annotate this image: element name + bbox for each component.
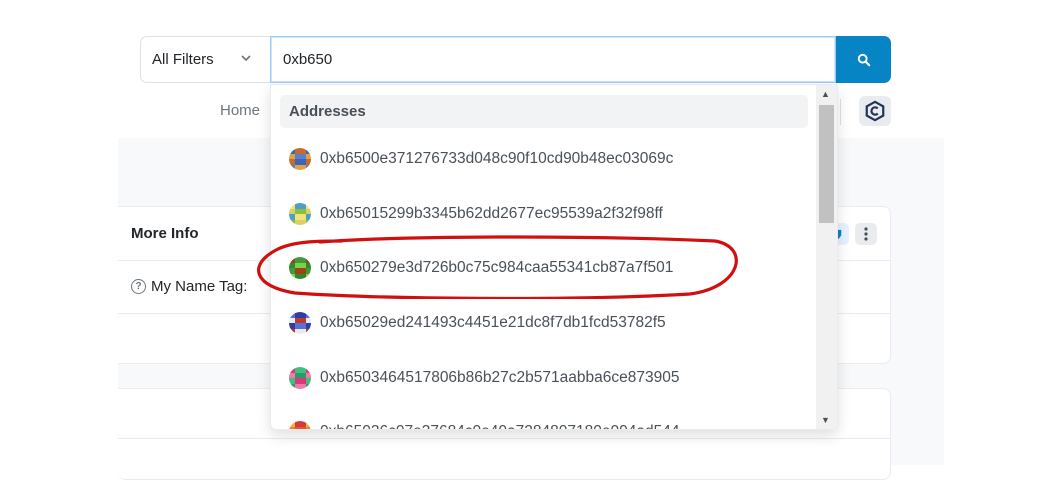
filter-select[interactable]: All Filters (140, 36, 270, 83)
address-result[interactable]: 0xb650279e3d726b0c75c984caa55341cb87a7f5… (289, 253, 673, 283)
kebab-icon (864, 227, 868, 241)
card-divider (118, 438, 890, 439)
identicon-avatar (289, 203, 311, 225)
address-text: 0xb650279e3d726b0c75c984caa55341cb87a7f5… (320, 259, 674, 276)
address-result[interactable]: 0xb65015299b3345b62dd2677ec95539a2f32f98… (289, 199, 663, 229)
chevron-down-icon (241, 55, 251, 62)
address-result[interactable]: 0xb6503464517806b86b27c2b571aabba6ce8739… (289, 363, 679, 393)
scroll-down-arrow-icon[interactable]: ▼ (821, 415, 830, 425)
addresses-section-header: Addresses (280, 95, 808, 128)
search-button[interactable] (836, 36, 891, 83)
identicon-avatar (289, 421, 311, 429)
identicon-avatar (289, 312, 311, 334)
address-result[interactable]: 0xb6500e371276733d048c90f10cd90b48ec0306… (289, 144, 673, 174)
search-input[interactable] (270, 36, 836, 83)
identicon-avatar (289, 257, 311, 279)
dropdown-scrollbar[interactable]: ▲ ▼ (816, 85, 837, 429)
address-result[interactable]: 0xb65029ed241493c4451e21dc8f7db1fcd53782… (289, 308, 666, 338)
more-info-title: More Info (131, 225, 199, 242)
nav-separator (840, 99, 841, 125)
search-icon (857, 53, 870, 66)
address-text: 0xb6500e371276733d048c90f10cd90b48ec0306… (320, 150, 674, 167)
name-tag-label: My Name Tag: (151, 278, 248, 295)
address-text: 0xb65036c07e37684c0e40a7284807180e004ad5… (320, 423, 679, 429)
address-text: 0xb6503464517806b86b27c2b571aabba6ce8739… (320, 369, 680, 386)
address-result[interactable]: 0xb65036c07e37684c0e40a7284807180e004ad5… (289, 417, 679, 429)
help-icon[interactable]: ? (131, 279, 146, 294)
nav-home-link[interactable]: Home (220, 102, 260, 119)
more-options-button[interactable] (855, 223, 877, 245)
coin-logo-icon (865, 100, 885, 122)
name-tag-row: ? My Name Tag: (131, 278, 247, 295)
identicon-avatar (289, 367, 311, 389)
scrollbar-thumb[interactable] (819, 105, 834, 223)
address-text: 0xb65015299b3345b62dd2677ec95539a2f32f98… (320, 205, 663, 222)
address-text: 0xb65029ed241493c4451e21dc8f7db1fcd53782… (320, 314, 666, 331)
filter-select-value: All Filters (152, 51, 214, 68)
coin-logo-button[interactable] (859, 96, 891, 126)
scroll-up-arrow-icon[interactable]: ▲ (821, 89, 830, 99)
identicon-avatar (289, 148, 311, 170)
search-suggestions-dropdown: Addresses 0xb6500e371276733d048c90f10cd9… (270, 84, 838, 430)
